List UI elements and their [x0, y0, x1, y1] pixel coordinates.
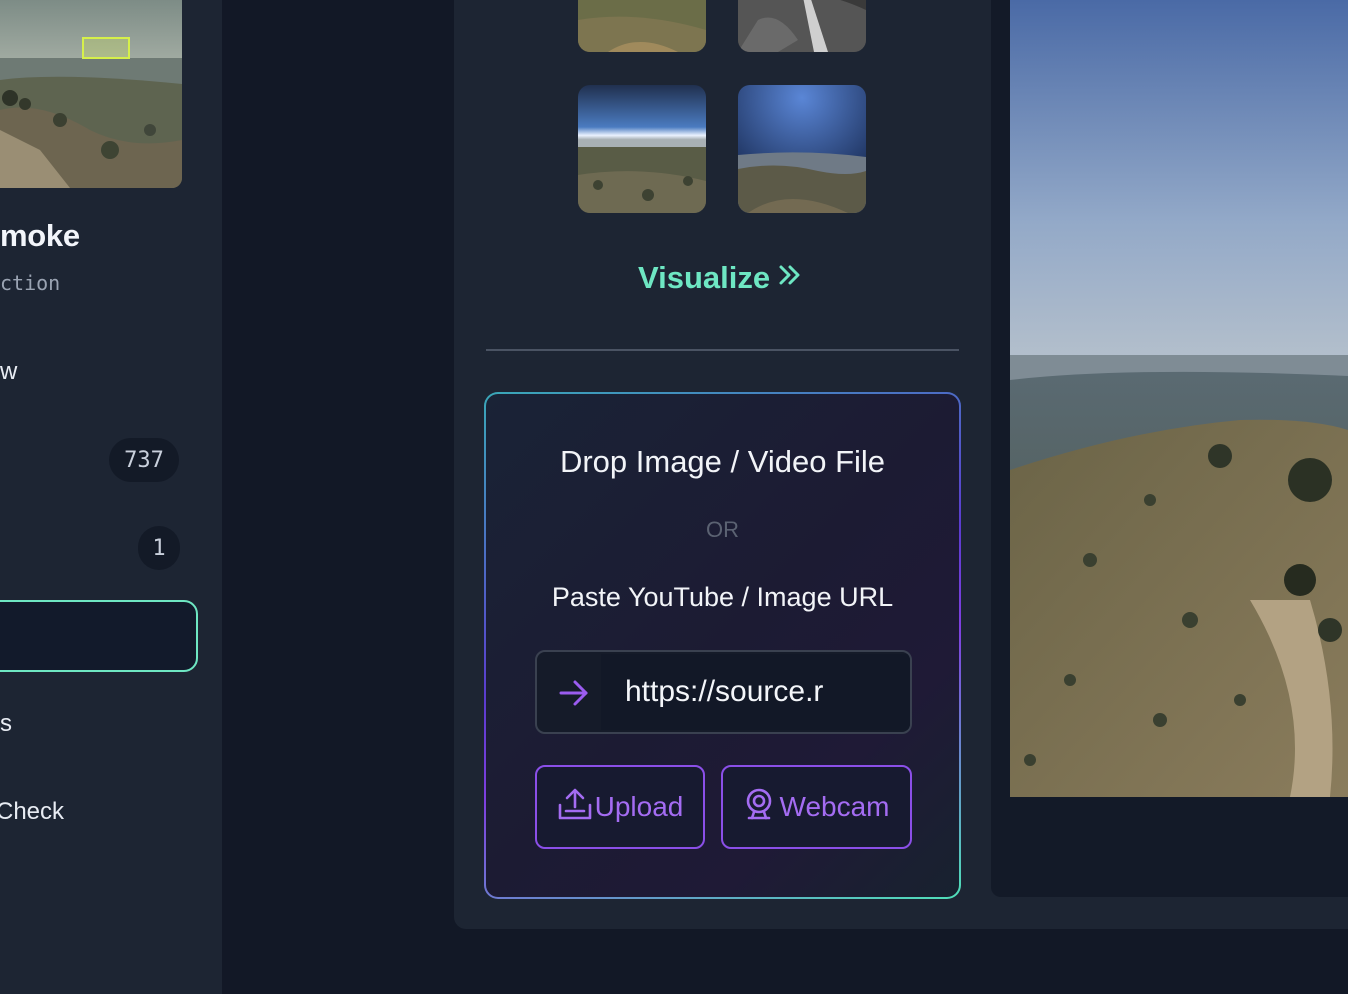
chevrons-right-icon	[776, 260, 802, 296]
visualize-label: Visualize	[638, 260, 771, 295]
upload-button[interactable]: Upload	[535, 765, 705, 849]
sample-image[interactable]	[578, 0, 706, 52]
sample-image[interactable]	[738, 0, 866, 52]
webcam-icon	[744, 787, 774, 828]
project-thumbnail[interactable]	[0, 0, 182, 188]
upload-icon	[557, 787, 593, 828]
webcam-label: Webcam	[779, 791, 890, 822]
or-separator: OR	[706, 517, 739, 542]
upload-label: Upload	[594, 791, 684, 822]
file-dropzone[interactable]: Drop Image / Video File OR Paste YouTube…	[484, 392, 961, 899]
webcam-button[interactable]: Webcam	[721, 765, 912, 849]
sidebar: moke ction w 737 1 s Check	[0, 0, 222, 994]
sidebar-item-overview[interactable]: w	[0, 358, 17, 386]
project-title: moke	[0, 218, 80, 253]
image-preview	[1010, 0, 1348, 797]
sidebar-item-health-check[interactable]: Check	[0, 798, 64, 826]
sidebar-item-settings[interactable]: s	[0, 710, 12, 738]
project-subtitle: ction	[0, 271, 61, 295]
url-input[interactable]	[601, 654, 910, 730]
arrow-right-icon[interactable]	[557, 676, 591, 710]
paste-url-label: Paste YouTube / Image URL	[551, 582, 894, 612]
sample-image[interactable]	[578, 85, 706, 213]
divider	[486, 349, 959, 351]
count-badge-images: 737	[109, 438, 179, 482]
url-field[interactable]	[535, 650, 912, 734]
visualize-button[interactable]: Visualize	[638, 260, 802, 296]
detection-box	[82, 37, 130, 59]
count-badge-models: 1	[138, 526, 180, 570]
sidebar-item-active[interactable]	[0, 600, 198, 672]
dropzone-title: Drop Image / Video File	[559, 444, 886, 479]
sample-image[interactable]	[738, 85, 866, 213]
